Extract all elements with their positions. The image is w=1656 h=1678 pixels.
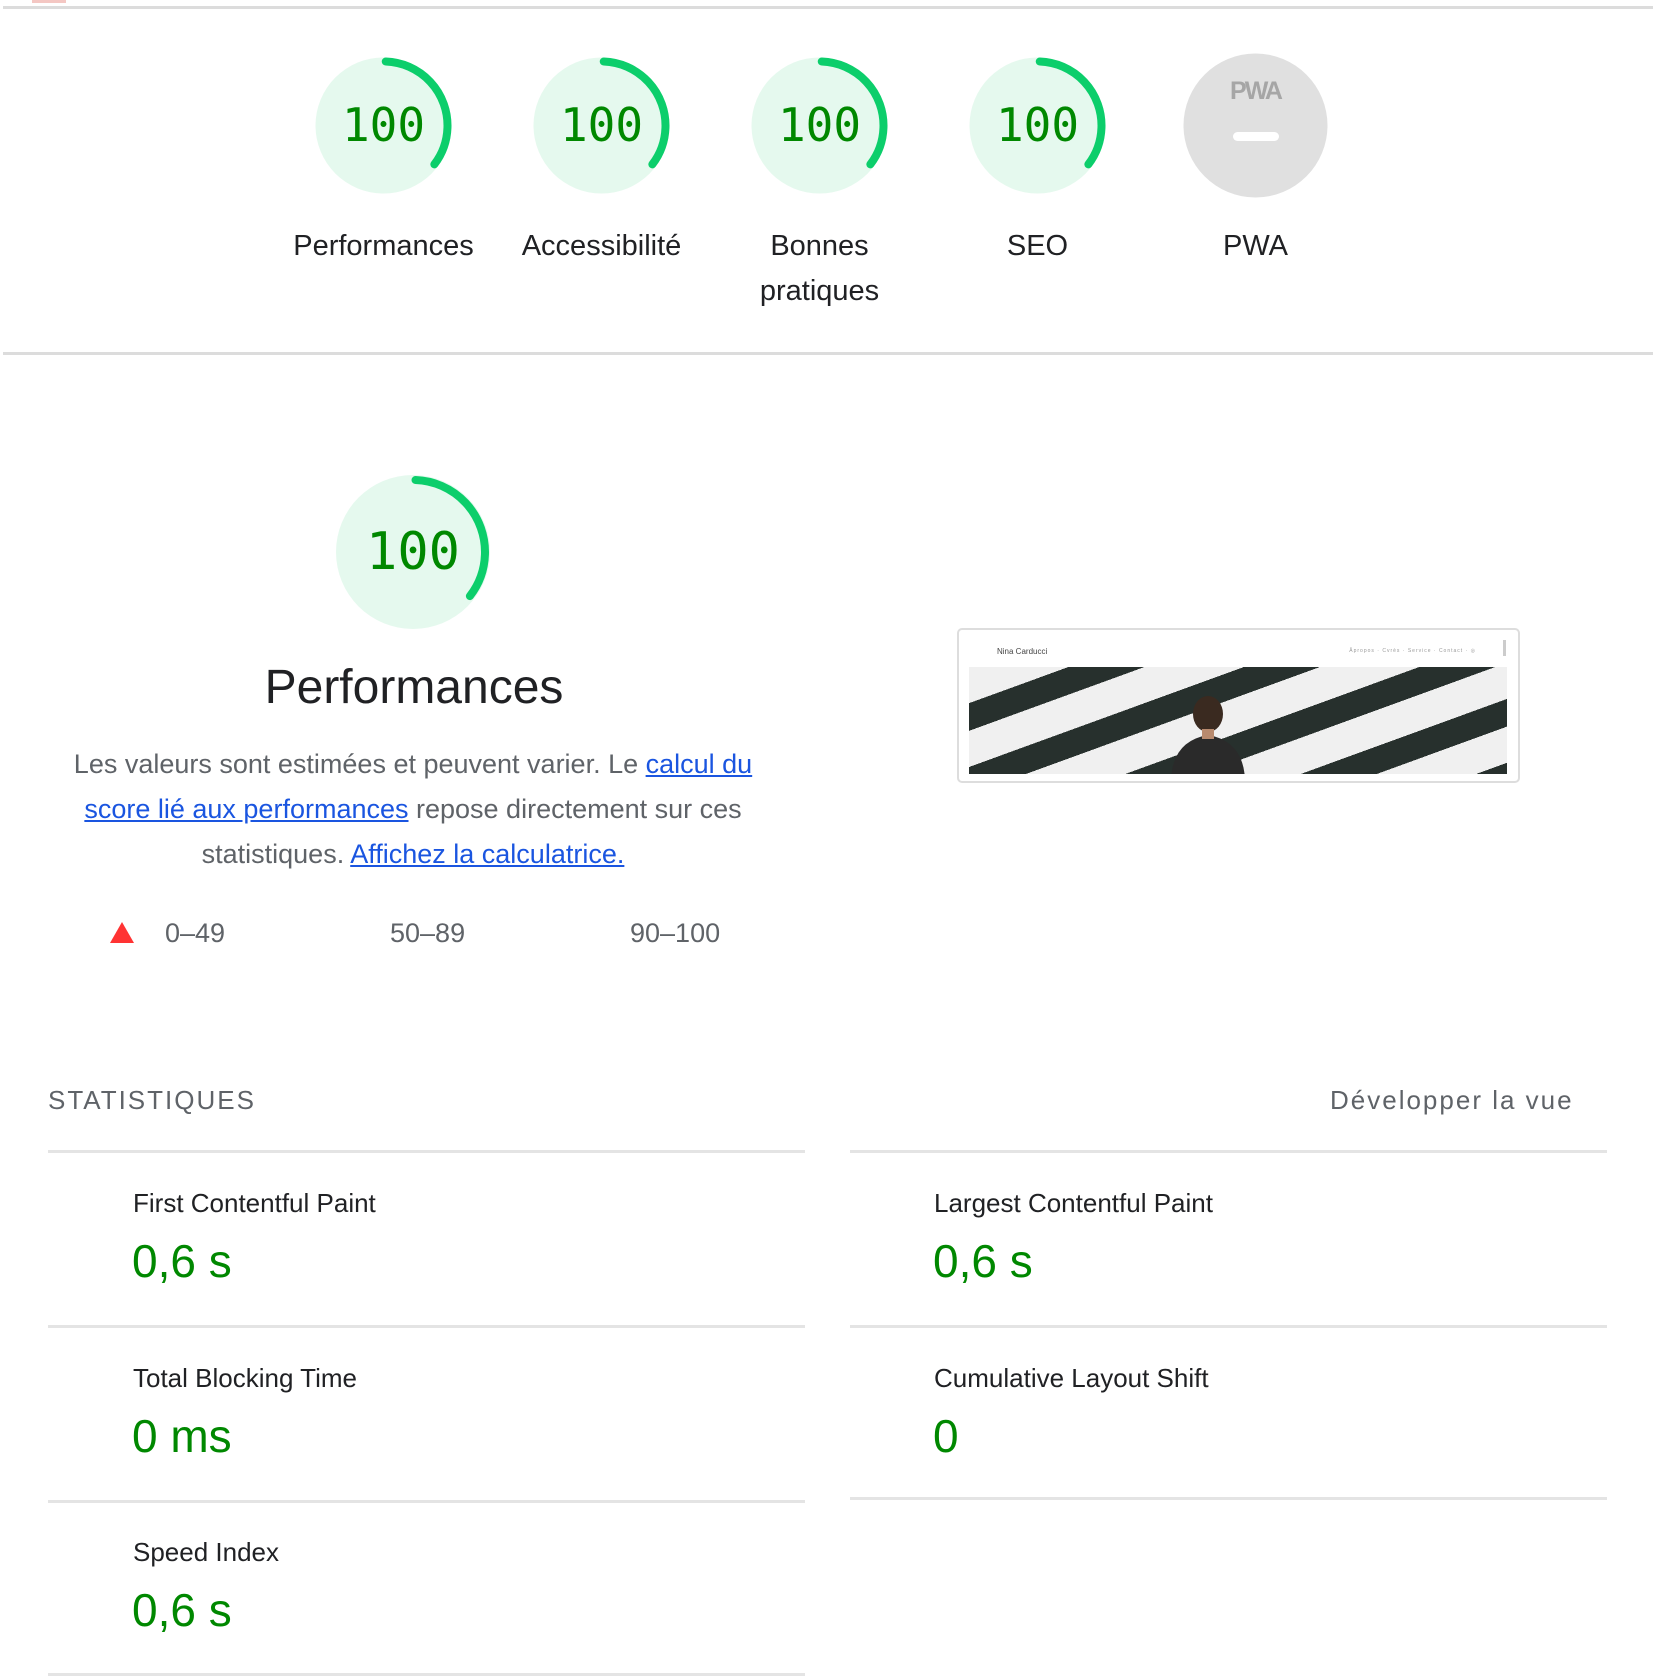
metric-fcp-value: 0,6 s [132, 1235, 232, 1287]
metric-lcp-label: Largest Contentful Paint [934, 1188, 1213, 1218]
gauge-score: 100 [341, 98, 426, 152]
pwa-icon: PWA [1230, 77, 1283, 105]
gauge-label: Accessibilité [521, 230, 682, 262]
performance-gauge: 100 [331, 470, 495, 634]
top-accent [32, 0, 66, 3]
gauge-label: SEO [1006, 230, 1069, 262]
thumbnail-site-name: Nina Carducci [997, 647, 1048, 656]
gauge-ring: 100 [747, 53, 892, 198]
expand-view-toggle[interactable]: Développer la vue [1330, 1085, 1574, 1116]
performance-description: Les valeurs sont estimées et peuvent var… [68, 742, 758, 877]
person-figure-icon [1171, 696, 1245, 774]
gauge-ring-svg [1183, 53, 1328, 198]
legend-fail: 0–49 [165, 918, 226, 948]
metric-si-label: Speed Index [133, 1537, 280, 1567]
metric-si-value: 0,6 s [132, 1584, 232, 1636]
thumbnail-nav: Âpropos · Cvrès · Service · Contact · ◎ [1349, 648, 1476, 654]
description-text: Les valeurs sont estimées et peuvent var… [73, 749, 646, 779]
metric-divider [48, 1325, 805, 1328]
metric-tbt-value: 0 ms [132, 1410, 232, 1462]
statistics-heading: STATISTIQUES [48, 1085, 256, 1115]
thumbnail-scrollbar [1503, 640, 1506, 656]
metric-divider [48, 1673, 805, 1676]
gauge-ring: 100 [529, 53, 674, 198]
gauge-ring: PWA [1183, 53, 1328, 198]
calculator-link[interactable]: Affichez la calculatrice. [350, 839, 624, 869]
gauge-performance[interactable]: 100 Performances [275, 53, 492, 269]
gauge-label: Bonnes pratiques [759, 230, 880, 307]
metric-divider [48, 1150, 805, 1153]
metric-divider [850, 1497, 1607, 1500]
section-divider [3, 352, 1653, 355]
gauge-score: 100 [995, 98, 1080, 152]
thumbnail-hero-image [969, 667, 1507, 774]
na-dash-icon [1233, 132, 1279, 141]
metric-divider [850, 1325, 1607, 1328]
gauge-label: Performances [293, 230, 474, 262]
gauge-score: 100 [777, 98, 862, 152]
metric-tbt-label: Total Blocking Time [133, 1363, 357, 1393]
gauge-ring: 100 [965, 53, 1110, 198]
gauge-seo[interactable]: 100 SEO [929, 53, 1146, 269]
gauge-best-practices[interactable]: 100 Bonnes pratiques [711, 53, 928, 314]
metric-divider [850, 1150, 1607, 1153]
performance-title: Performances [264, 661, 564, 714]
metric-lcp-value: 0,6 s [933, 1235, 1033, 1287]
final-screenshot-thumbnail[interactable]: Nina Carducci Âpropos · Cvrès · Service … [957, 628, 1520, 783]
gauge-label: PWA [1223, 230, 1288, 262]
gauge-accessibility[interactable]: 100 Accessibilité [493, 53, 710, 269]
metric-cls-value: 0 [933, 1410, 959, 1462]
fail-triangle-icon [110, 922, 134, 943]
top-divider [3, 6, 1653, 9]
metric-cls-label: Cumulative Layout Shift [934, 1363, 1209, 1393]
gauge-ring: 100 [311, 53, 456, 198]
legend-average: 50–89 [390, 918, 466, 948]
performance-score: 100 [366, 522, 460, 582]
gauge-pwa[interactable]: PWA PWA [1147, 53, 1364, 269]
gauge-score: 100 [559, 98, 644, 152]
legend-pass: 90–100 [630, 918, 721, 948]
metric-divider [48, 1500, 805, 1503]
metric-fcp-label: First Contentful Paint [133, 1188, 376, 1218]
